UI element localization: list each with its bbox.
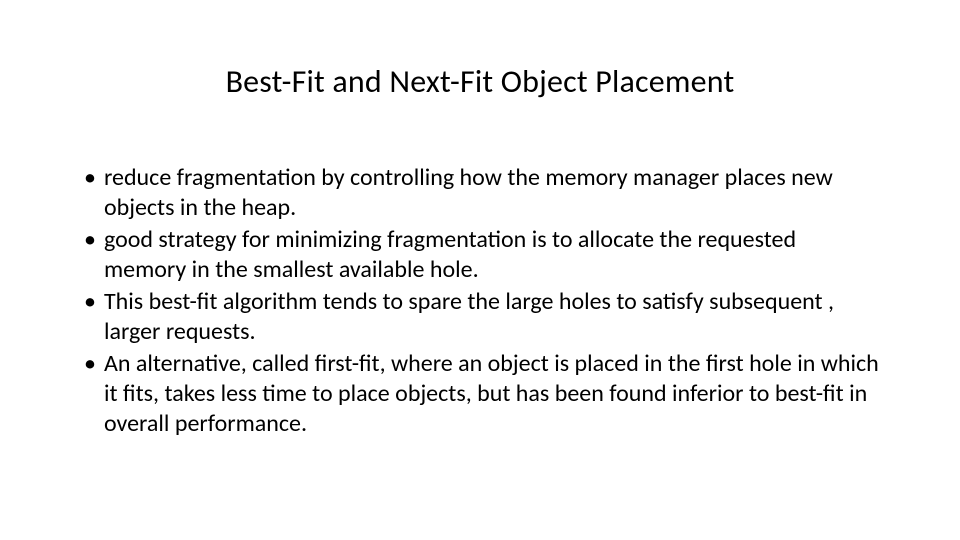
bullet-item: • This best-fit algorithm tends to spare…	[84, 287, 880, 347]
slide-title: Best-Fit and Next-Fit Object Placement	[80, 62, 880, 101]
slide-content: • reduce fragmentation by controlling ho…	[80, 163, 880, 439]
bullet-text: An alternative, called first-fit, where …	[104, 349, 880, 439]
bullet-text: reduce fragmentation by controlling how …	[104, 163, 880, 223]
bullet-text: This best-fit algorithm tends to spare t…	[104, 287, 880, 347]
bullet-marker: •	[84, 349, 96, 379]
bullet-text: good strategy for minimizing fragmentati…	[104, 225, 880, 285]
bullet-marker: •	[84, 287, 96, 317]
bullet-marker: •	[84, 225, 96, 255]
slide-container: Best-Fit and Next-Fit Object Placement •…	[0, 0, 960, 540]
bullet-item: • An alternative, called first-fit, wher…	[84, 349, 880, 439]
bullet-item: • reduce fragmentation by controlling ho…	[84, 163, 880, 223]
bullet-marker: •	[84, 163, 96, 193]
bullet-item: • good strategy for minimizing fragmenta…	[84, 225, 880, 285]
